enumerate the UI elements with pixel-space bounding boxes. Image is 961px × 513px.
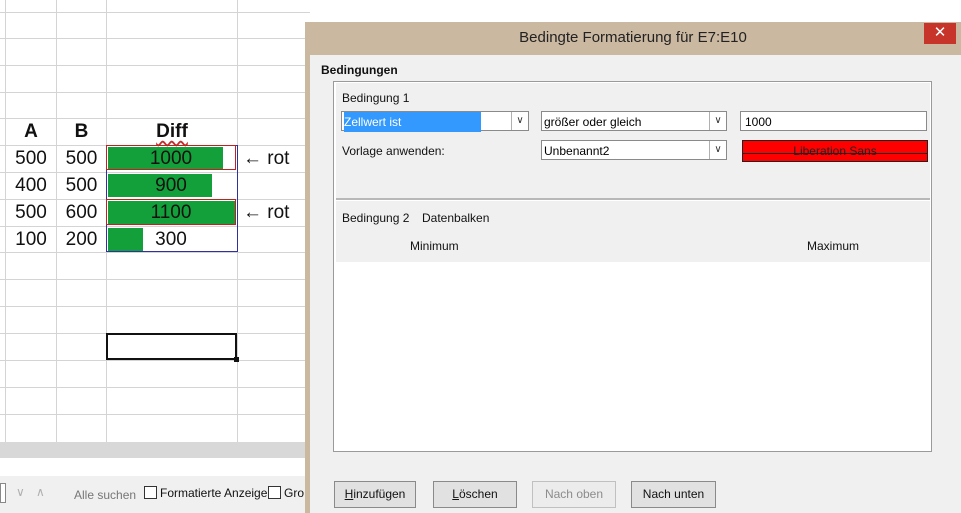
dialog-body: Bedingungen Bedingung 1 Zellwert ist ∨ g… [310, 55, 961, 513]
cell-b[interactable]: 600 [57, 200, 106, 226]
note-rot: ← rot [243, 202, 290, 223]
close-button[interactable]: ✕ [924, 23, 956, 44]
cell-b[interactable]: 500 [57, 173, 106, 199]
find-next-icon[interactable]: ∧ [36, 485, 45, 499]
chevron-down-icon: ∨ [709, 141, 726, 159]
condition-2-panel[interactable]: Bedingung 2 Datenbalken Minimum Maximum [336, 201, 930, 262]
operator-value: größer oder gleich [544, 115, 642, 129]
header-b[interactable]: B [57, 119, 106, 145]
spreadsheet-area[interactable]: A B Diff 500 500 400 500 500 600 100 200… [0, 0, 310, 513]
conditions-list[interactable]: Bedingung 1 Zellwert ist ∨ größer oder g… [333, 81, 932, 452]
preview-divider [742, 153, 928, 154]
move-down-button[interactable]: Nach unten [631, 481, 716, 508]
condition-type-value: Zellwert ist [344, 112, 482, 132]
match-case-label: Gro [284, 486, 305, 500]
cell-diff[interactable]: 1100 [107, 200, 235, 226]
match-case-checkbox[interactable]: Gro [268, 486, 304, 500]
value-input[interactable]: 1000 [740, 111, 927, 131]
cell-b[interactable]: 500 [57, 146, 106, 172]
style-preview: Liberation Sans [742, 140, 928, 162]
find-prev-icon[interactable]: ∨ [16, 485, 25, 499]
value-text: 1000 [745, 115, 772, 129]
note-rot: ← rot [243, 148, 290, 169]
style-select[interactable]: Unbenannt2 ∨ [541, 140, 727, 160]
formatted-display-label: Formatierte Anzeige [160, 486, 268, 500]
condition-2-type: Datenbalken [422, 211, 490, 225]
find-input[interactable] [0, 483, 6, 503]
conditional-formatting-dialog: Bedingte Formatierung für E7:E10 ✕ Bedin… [305, 22, 961, 513]
selected-cell[interactable] [106, 333, 237, 360]
find-toolbar: ∨ ∧ Alle suchen Formatierte Anzeige Gro [0, 476, 310, 513]
delete-button[interactable]: Löschen [433, 481, 517, 508]
cell-b[interactable]: 200 [57, 227, 106, 253]
style-value: Unbenannt2 [544, 144, 610, 158]
delete-button-label: öschen [458, 487, 498, 501]
databar-minimum-label: Minimum [410, 239, 459, 253]
search-all-button[interactable]: Alle suchen [74, 488, 136, 502]
move-up-button[interactable]: Nach oben [532, 481, 616, 508]
cell-a[interactable]: 500 [6, 200, 56, 226]
add-button[interactable]: Hinzufügen [334, 481, 416, 508]
chevron-down-icon: ∨ [511, 112, 528, 130]
cell-a[interactable]: 100 [6, 227, 56, 253]
header-diff[interactable]: Diff [107, 119, 237, 145]
dialog-titlebar[interactable]: Bedingte Formatierung für E7:E10 ✕ [305, 22, 961, 54]
cell-a[interactable]: 400 [6, 173, 56, 199]
condition-1-panel[interactable]: Bedingung 1 Zellwert ist ∨ größer oder g… [336, 83, 930, 200]
cell-diff[interactable]: 300 [107, 227, 235, 253]
dialog-title: Bedingte Formatierung für E7:E10 [519, 29, 747, 46]
condition-1-label: Bedingung 1 [342, 91, 410, 105]
horizontal-scrollbar[interactable] [0, 442, 310, 458]
cell-diff[interactable]: 1000 [107, 146, 235, 172]
apply-style-label: Vorlage anwenden: [342, 144, 445, 158]
conditions-label: Bedingungen [321, 63, 398, 77]
formatted-display-checkbox[interactable]: Formatierte Anzeige [144, 486, 267, 500]
fill-handle[interactable] [234, 357, 239, 362]
databar-maximum-label: Maximum [807, 239, 860, 253]
cell-diff[interactable]: 900 [107, 173, 235, 199]
cell-a[interactable]: 500 [6, 146, 56, 172]
chevron-down-icon: ∨ [709, 112, 726, 130]
condition-2-label: Bedingung 2 [342, 211, 410, 225]
add-button-label: inzufügen [353, 487, 406, 501]
condition-type-select[interactable]: Zellwert ist ∨ [341, 111, 529, 132]
header-a[interactable]: A [6, 119, 56, 145]
operator-select[interactable]: größer oder gleich ∨ [541, 111, 727, 131]
